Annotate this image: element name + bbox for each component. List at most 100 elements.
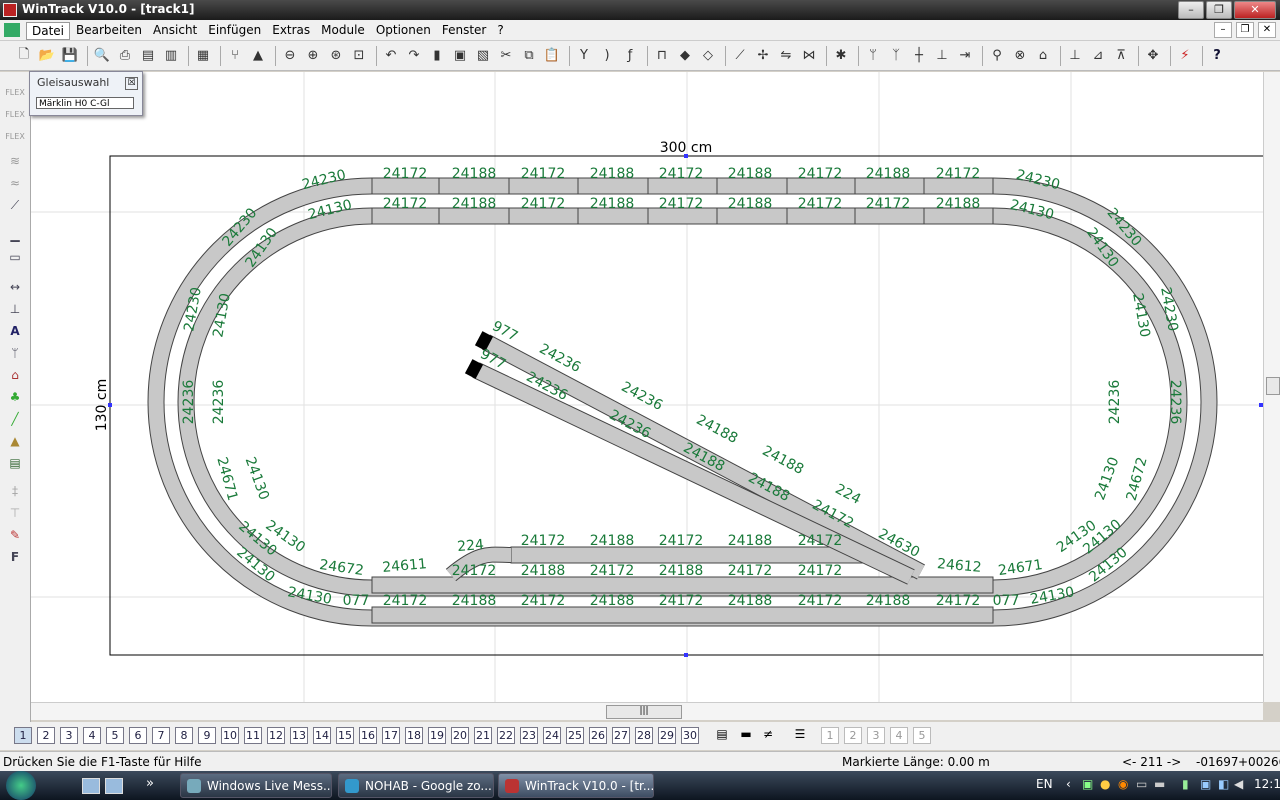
layer-tab-4[interactable]: 4	[83, 727, 101, 744]
task-wintrack[interactable]: WinTrack V10.0 - [tr...	[498, 773, 654, 798]
menu-fenster[interactable]: Fenster	[437, 22, 492, 40]
print-preview-icon[interactable]: 🔍	[92, 46, 112, 66]
bridge-icon[interactable]: ⊓	[652, 46, 672, 66]
language-indicator[interactable]: EN	[1036, 777, 1053, 791]
layer-tab-23[interactable]: 23	[520, 727, 538, 744]
menu-einfuegen[interactable]: Einfügen	[203, 22, 266, 40]
curve-icon[interactable]: )	[597, 46, 617, 66]
flex-track-icon[interactable]: ƒ	[620, 46, 640, 66]
print-icon[interactable]: ⎙	[115, 46, 135, 66]
slope-icon[interactable]: ⊿	[1088, 46, 1108, 66]
dimension-icon[interactable]: ↔	[5, 280, 25, 298]
terrain-icon[interactable]: ▲	[5, 434, 25, 452]
text-icon[interactable]: A	[5, 324, 25, 342]
tree-icon[interactable]: ♣	[5, 390, 25, 408]
road-icon[interactable]: ╱	[5, 412, 25, 430]
group-tab-4[interactable]: 4	[890, 727, 908, 744]
clock[interactable]: 12:15	[1254, 777, 1280, 791]
help-icon[interactable]: ?	[1207, 46, 1227, 66]
layer-tab-14[interactable]: 14	[313, 727, 331, 744]
ramp-icon[interactable]: ⟋	[5, 198, 25, 216]
wire-icon[interactable]: ⊤	[5, 506, 25, 524]
height-icon[interactable]: ⊥	[1065, 46, 1085, 66]
font-icon[interactable]: F	[5, 550, 25, 568]
app-icon[interactable]	[3, 3, 17, 17]
signal-tool-icon[interactable]: ᛘ	[5, 346, 25, 364]
light-icon[interactable]: ✱	[831, 46, 851, 66]
height-marker-icon[interactable]: ⊥	[5, 302, 25, 320]
book-icon[interactable]: ▮	[427, 46, 447, 66]
document-icon[interactable]	[4, 23, 20, 37]
layer-color-icon[interactable]: ▤	[712, 727, 732, 744]
pencil-icon[interactable]: ✎	[5, 528, 25, 546]
parts-list-icon[interactable]: ▥	[161, 46, 181, 66]
layer-tab-22[interactable]: 22	[497, 727, 515, 744]
layer-tab-6[interactable]: 6	[129, 727, 147, 744]
vertical-scroll-thumb[interactable]	[1266, 377, 1280, 395]
layer-tab-2[interactable]: 2	[37, 727, 55, 744]
pin-icon[interactable]: ⚲	[987, 46, 1007, 66]
group-tab-2[interactable]: 2	[844, 727, 862, 744]
new-icon[interactable]: 🗋	[14, 46, 34, 66]
network-status-icon[interactable]: ▣	[1200, 777, 1211, 791]
layer-tab-5[interactable]: 5	[106, 727, 124, 744]
zoom-out-icon[interactable]: ⊖	[280, 46, 300, 66]
layer-tab-8[interactable]: 8	[175, 727, 193, 744]
ungroup-icon[interactable]: ◇	[698, 46, 718, 66]
messenger-tray-icon[interactable]: ●	[1100, 777, 1110, 791]
layer-show-icon[interactable]: ≠	[758, 727, 778, 744]
double-track-icon[interactable]: ≋	[5, 154, 25, 172]
doc-close-button[interactable]: ✕	[1258, 22, 1276, 38]
start-button[interactable]	[6, 771, 36, 800]
baseboard-handle[interactable]	[684, 653, 688, 657]
vertical-scrollbar[interactable]	[1263, 72, 1280, 702]
menu-optionen[interactable]: Optionen	[371, 22, 436, 40]
layer-stack-icon[interactable]: ☰	[790, 727, 810, 744]
close-button[interactable]: ✕	[1234, 1, 1276, 19]
layer-tab-15[interactable]: 15	[336, 727, 354, 744]
flex-track-2-icon[interactable]: FLEX	[5, 110, 25, 128]
volume-icon[interactable]: ◀	[1234, 777, 1243, 791]
restore-button[interactable]: ❐	[1206, 1, 1232, 19]
catalog-icon[interactable]: ▦	[193, 46, 213, 66]
open-icon[interactable]: 📂	[37, 46, 57, 66]
zoom-all-icon[interactable]: ⊡	[349, 46, 369, 66]
magnet-icon[interactable]: ⊗	[1010, 46, 1030, 66]
group-icon[interactable]: ◆	[675, 46, 695, 66]
layer-tab-3[interactable]: 3	[60, 727, 78, 744]
box-icon[interactable]: ▭	[5, 250, 25, 268]
layer-tab-18[interactable]: 18	[405, 727, 423, 744]
layer-tab-13[interactable]: 13	[290, 727, 308, 744]
zoom-window-icon[interactable]: ⊛	[326, 46, 346, 66]
copy-icon[interactable]: ⧉	[519, 46, 539, 66]
quicklaunch-overflow[interactable]: »	[146, 776, 154, 791]
cut-icon[interactable]: ✂	[496, 46, 516, 66]
power-icon[interactable]: ⚡	[1175, 46, 1195, 66]
layer-tab-12[interactable]: 12	[267, 727, 285, 744]
measure-icon[interactable]: ⊥	[932, 46, 952, 66]
layer-tab-25[interactable]: 25	[566, 727, 584, 744]
feeder-icon[interactable]: ⌂	[1033, 46, 1053, 66]
height-lines-icon[interactable]: ‡	[5, 484, 25, 502]
save-icon[interactable]: 💾	[60, 46, 80, 66]
layer-tab-16[interactable]: 16	[359, 727, 377, 744]
settings-icon[interactable]: ✥	[1143, 46, 1163, 66]
elevation-icon[interactable]: ⊼	[1111, 46, 1131, 66]
tray-expand-icon[interactable]: ‹	[1066, 777, 1071, 791]
menu-extras[interactable]: Extras	[267, 22, 315, 40]
flex-curve-icon[interactable]: FLEX	[5, 132, 25, 150]
minimize-button[interactable]: –	[1178, 1, 1204, 19]
align-icon[interactable]: ⟋	[730, 46, 750, 66]
signal-icon[interactable]: ᛘ	[863, 46, 883, 66]
connect-icon[interactable]: ⋈	[799, 46, 819, 66]
layer-tab-11[interactable]: 11	[244, 727, 262, 744]
layer-tab-9[interactable]: 9	[198, 727, 216, 744]
layout-canvas[interactable]: 300 cm 130 cm 24172 24188 24172 24188 24172 241…	[31, 72, 1263, 702]
network-icon[interactable]: ▣	[1082, 777, 1093, 791]
connection-tray-icon[interactable]: ▮	[1182, 777, 1189, 791]
flex-track-icon[interactable]: FLEX	[5, 88, 25, 106]
paste-icon[interactable]: 📋	[542, 46, 562, 66]
rotate-icon[interactable]: ✢	[753, 46, 773, 66]
layer-tab-19[interactable]: 19	[428, 727, 446, 744]
layer-tab-28[interactable]: 28	[635, 727, 653, 744]
